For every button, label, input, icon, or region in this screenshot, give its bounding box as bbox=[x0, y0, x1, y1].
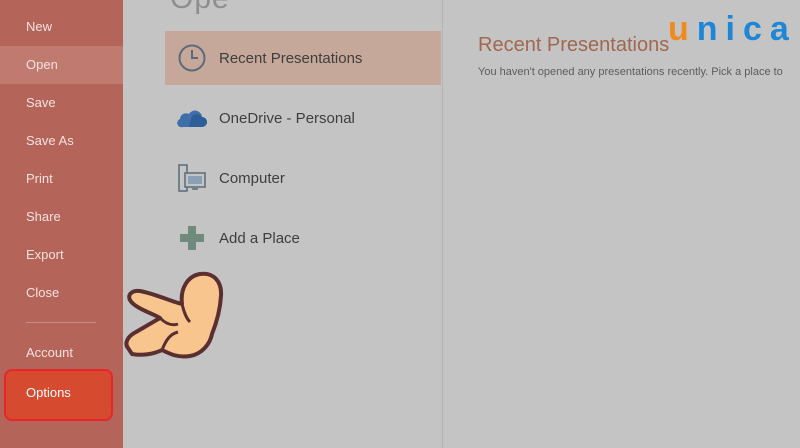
recent-presentations-title: Recent Presentations bbox=[478, 34, 670, 56]
place-add-a-place[interactable]: Add a Place bbox=[165, 211, 441, 265]
plus-icon bbox=[165, 211, 219, 265]
cloud-icon bbox=[165, 91, 219, 145]
place-label: Computer bbox=[219, 169, 285, 187]
sidebar-item-new[interactable]: New bbox=[0, 8, 123, 46]
sidebar-item-share[interactable]: Share bbox=[0, 198, 123, 236]
place-label: Add a Place bbox=[219, 229, 300, 247]
sidebar-item-export[interactable]: Export bbox=[0, 236, 123, 274]
sidebar-item-close[interactable]: Close bbox=[0, 274, 123, 312]
place-label: OneDrive - Personal bbox=[219, 109, 355, 127]
sidebar-item-print[interactable]: Print bbox=[0, 160, 123, 198]
recent-presentations-message: You haven't opened any presentations rec… bbox=[478, 66, 783, 78]
place-onedrive[interactable]: OneDrive - Personal bbox=[165, 91, 441, 145]
sidebar-item-options[interactable]: Options bbox=[4, 369, 113, 421]
logo-first-letter: u bbox=[668, 10, 697, 48]
sidebar-item-save-as[interactable]: Save As bbox=[0, 122, 123, 160]
place-computer[interactable]: Computer bbox=[165, 151, 441, 205]
sidebar-divider bbox=[26, 322, 96, 323]
sidebar-item-account[interactable]: Account bbox=[0, 334, 123, 372]
pointing-hand-icon bbox=[124, 271, 224, 359]
places-list: Recent Presentations OneDrive - Personal… bbox=[123, 0, 443, 448]
place-recent-presentations[interactable]: Recent Presentations bbox=[165, 31, 441, 85]
place-label: Recent Presentations bbox=[219, 49, 363, 67]
logo-rest-letters: nica bbox=[696, 10, 797, 48]
computer-icon bbox=[165, 151, 219, 205]
clock-icon bbox=[165, 31, 219, 85]
backstage-sidebar: New Open Save Save As Print Share Export… bbox=[0, 0, 123, 448]
sidebar-item-save[interactable]: Save bbox=[0, 84, 123, 122]
unica-logo: unica bbox=[668, 10, 797, 49]
sidebar-item-open[interactable]: Open bbox=[0, 46, 123, 84]
